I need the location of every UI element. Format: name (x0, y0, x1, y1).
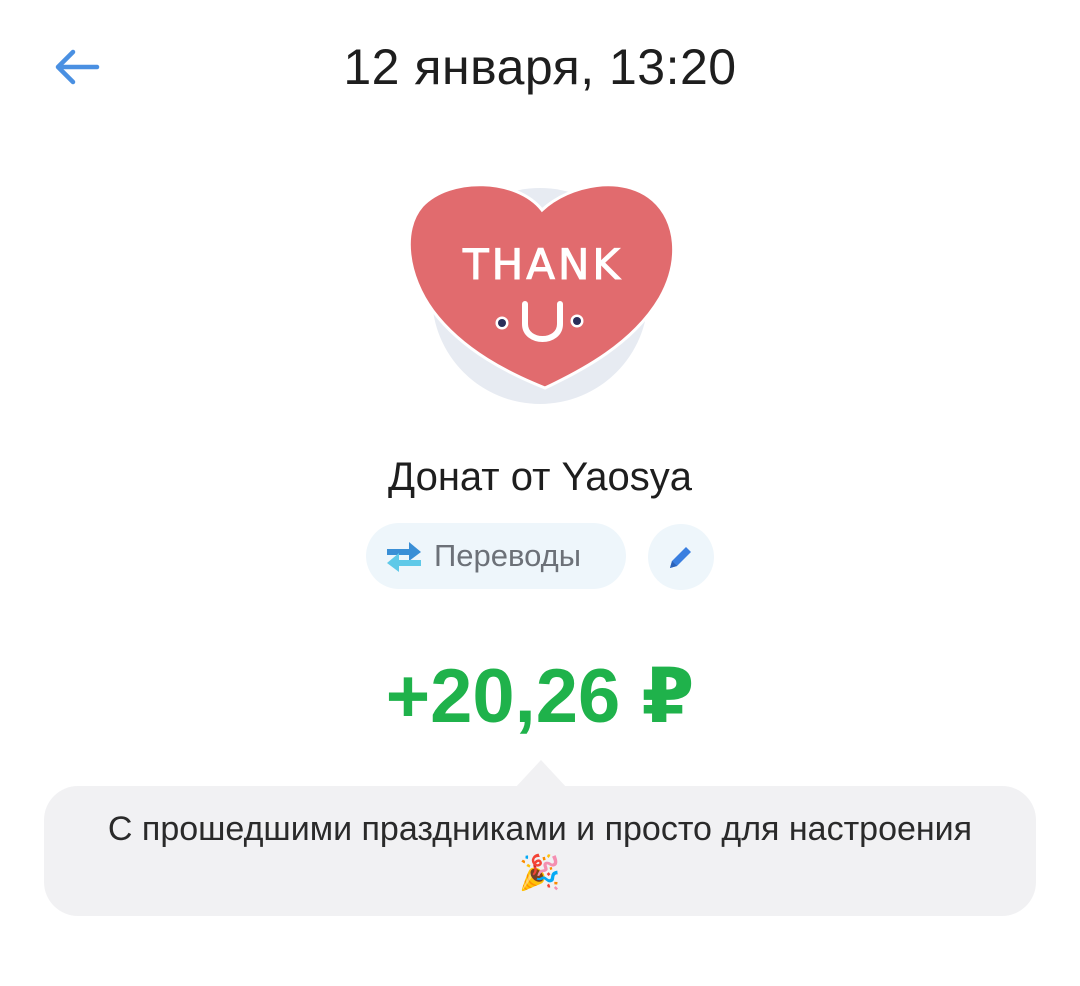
message-bubble: С прошедшими праздниками и просто для на… (44, 786, 1036, 916)
pencil-icon (670, 547, 691, 568)
header: 12 января, 13:20 (0, 0, 1080, 130)
transaction-title: Донат от Yaosya (388, 455, 692, 499)
message-bubble-pointer (515, 760, 567, 788)
transfer-arrows-icon (382, 538, 426, 574)
transaction-amount: +20,26 ₽ (385, 654, 695, 739)
sticker-text-thank: THANK (462, 240, 623, 289)
category-chip[interactable]: Переводы (366, 523, 626, 589)
page-title: 12 января, 13:20 (343, 39, 737, 95)
edit-category-button[interactable] (648, 524, 714, 590)
category-label: Переводы (434, 538, 582, 573)
message-text: С прошедшими праздниками и просто для на… (107, 810, 973, 892)
thank-you-sticker: THANK (405, 176, 680, 408)
